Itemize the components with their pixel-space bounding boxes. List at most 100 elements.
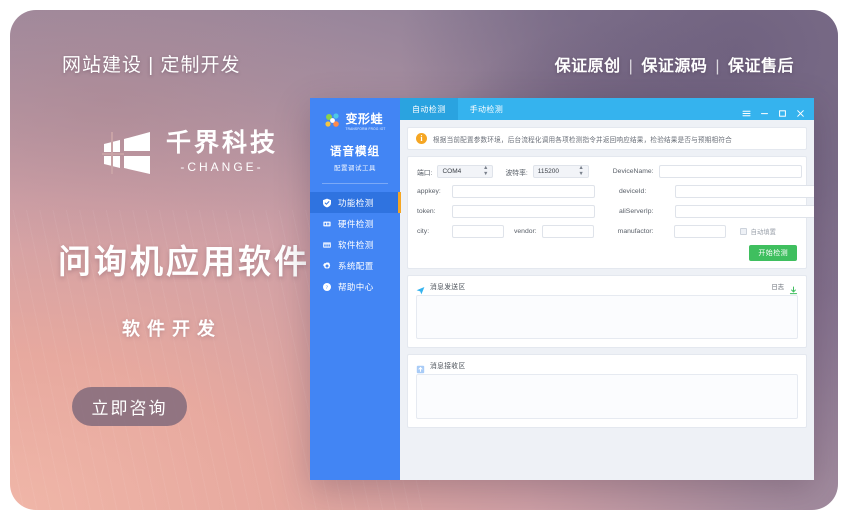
chevron-updown-icon: ▲ ▼: [578, 165, 584, 177]
titlebar-spacer: [515, 98, 742, 120]
manufactor-label: manufactor:: [617, 228, 654, 235]
auto-fill-group: 自动填置: [739, 227, 776, 236]
tab-auto-detection[interactable]: 自动检测: [400, 98, 458, 120]
send-panel-actions: 日志: [771, 282, 798, 294]
message-send-panel: 消息发送区 日志: [407, 275, 807, 348]
sidebar-menu: 功能检测 硬件检测 软件检测 系统配置 ? 帮助中心: [310, 192, 401, 297]
sidebar-logo-text: 变形蛙: [345, 112, 383, 126]
window-buttons: [742, 98, 814, 120]
baud-select[interactable]: 115200 ▲ ▼: [532, 165, 589, 178]
shield-check-icon: [322, 198, 332, 208]
port-select[interactable]: COM4 ▲ ▼: [437, 165, 494, 178]
city-group: city:: [417, 225, 504, 238]
device-name-label: DeviceName:: [612, 168, 654, 175]
sidebar-divider: [322, 183, 388, 184]
device-id-label: deviceId:: [619, 188, 647, 195]
sidebar-item-label: 帮助中心: [338, 281, 374, 292]
sidebar-logo: 变形蛙 TRANSFORM FROG IOT: [310, 98, 400, 131]
sidebar-item-label: 功能检测: [338, 197, 374, 208]
port-group: 端口: COM4 ▲ ▼: [417, 165, 494, 178]
token-input[interactable]: [452, 205, 595, 218]
form-actions: 开始检测: [417, 245, 797, 261]
config-form: 端口: COM4 ▲ ▼ 波特率: 115200 ▲ ▼ DeviceName:…: [407, 156, 814, 269]
device-name-group: DeviceName:: [613, 165, 802, 178]
close-icon[interactable]: [796, 105, 805, 117]
appkey-input[interactable]: [452, 185, 595, 198]
consult-now-button[interactable]: 立即咨询: [72, 387, 187, 426]
brand-name-cn: 千界科技: [166, 129, 279, 158]
sidebar-item-function-test[interactable]: 功能检测: [310, 192, 401, 213]
send-panel-header: 消息发送区 日志: [408, 276, 806, 295]
app-sidebar: 变形蛙 TRANSFORM FROG IOT 语音模组 配置调试工具 功能检测: [310, 98, 401, 480]
message-receive-panel: 消息接收区: [407, 354, 807, 428]
ali-server-ip-input[interactable]: [675, 205, 814, 218]
divider: |: [628, 58, 634, 75]
appkey-label: appkey:: [417, 188, 441, 195]
notice-banner: i 根据当前配置参数环境，后台流程化调用各项检测指令并返回响应结果，检验结果是否…: [407, 127, 807, 150]
device-name-input[interactable]: [658, 165, 802, 178]
sidebar-item-label: 硬件检测: [338, 218, 374, 229]
divider: |: [715, 58, 720, 75]
frog-logo-icon: [324, 112, 342, 129]
sidebar-item-hardware-test[interactable]: 硬件检测: [310, 213, 400, 234]
send-message-textarea[interactable]: [416, 295, 798, 339]
help-circle-icon: ?: [322, 282, 332, 292]
manufactor-input[interactable]: [673, 225, 726, 238]
port-value: COM4: [442, 168, 462, 175]
ali-server-ip-label: aliServerIp:: [619, 208, 654, 215]
receive-message-textarea[interactable]: [416, 374, 798, 419]
window-grid-icon: [322, 240, 332, 250]
sidebar-subtitle: 配置调试工具: [334, 165, 376, 172]
sidebar-item-software-test[interactable]: 软件检测: [310, 234, 400, 255]
promo-subtitle: 软件开发: [122, 319, 222, 339]
minimize-icon[interactable]: [760, 105, 769, 114]
baud-value: 115200: [537, 168, 559, 175]
sidebar-title: 语音模组: [330, 146, 380, 158]
banner-header-right: 保证原创 | 保证源码 | 保证售后: [555, 52, 794, 76]
app-content: i 根据当前配置参数环境，后台流程化调用各项检测指令并返回响应结果，检验结果是否…: [400, 120, 814, 480]
chevron-updown-icon: ▲ ▼: [483, 165, 489, 177]
form-row: 端口: COM4 ▲ ▼ 波特率: 115200 ▲ ▼ DeviceName:: [417, 165, 802, 178]
vendor-input[interactable]: [541, 225, 594, 238]
app-titlebar: 自动检测 手动检测: [400, 98, 814, 120]
window-logo-icon: [102, 128, 154, 176]
tab-manual-detection[interactable]: 手动检测: [458, 98, 516, 120]
auto-fill-checkbox[interactable]: [739, 228, 747, 235]
maximize-icon[interactable]: [778, 105, 787, 117]
inbox-arrow-icon: [416, 361, 425, 373]
form-row: city: vendor: manufactor: 自动填置: [417, 225, 797, 238]
receive-panel-header: 消息接收区: [408, 355, 806, 374]
token-group: token:: [417, 205, 595, 218]
city-input[interactable]: [452, 225, 504, 238]
device-id-input[interactable]: [675, 185, 814, 198]
vendor-label: vendor:: [514, 228, 537, 235]
device-id-group: deviceId:: [619, 185, 814, 198]
baud-label: 波特率:: [505, 169, 528, 177]
notice-text: 根据当前配置参数环境，后台流程化调用各项检测指令并返回响应结果，检验结果是否与预…: [433, 136, 732, 144]
city-label: city:: [417, 228, 430, 235]
log-label[interactable]: 日志: [771, 282, 784, 291]
token-label: token:: [417, 208, 436, 215]
sidebar-item-label: 软件检测: [338, 239, 374, 250]
sidebar-item-label: 系统配置: [338, 260, 374, 271]
port-label: 端口:: [417, 169, 433, 177]
baud-group: 波特率: 115200 ▲ ▼: [505, 165, 589, 178]
brand-text: 千界科技 -CHANGE-: [166, 129, 279, 174]
app-main: 自动检测 手动检测 i 根据当前配置参数环境，后台流程化调用各项检测指令并返回响…: [400, 98, 814, 480]
svg-text:?: ?: [326, 285, 329, 291]
info-icon: i: [416, 133, 427, 144]
promo-title: 问询机应用软件: [58, 243, 310, 280]
sidebar-item-system-config[interactable]: 系统配置: [310, 255, 400, 276]
sidebar-item-help-center[interactable]: ? 帮助中心: [310, 276, 400, 297]
download-icon[interactable]: [789, 282, 798, 294]
brand-name-en: -CHANGE-: [180, 159, 264, 174]
form-row: appkey: deviceId:: [417, 185, 814, 198]
form-row: token: aliServerIp:: [417, 205, 814, 218]
manufactor-group: manufactor:: [618, 225, 726, 238]
send-plane-icon: [416, 282, 425, 294]
menu-icon[interactable]: [742, 105, 751, 116]
guarantee-original: 保证原创: [554, 58, 621, 75]
guarantee-aftersale: 保证售后: [727, 58, 794, 75]
ali-server-ip-group: aliServerIp:: [619, 205, 814, 218]
start-detection-button[interactable]: 开始检测: [749, 245, 797, 261]
